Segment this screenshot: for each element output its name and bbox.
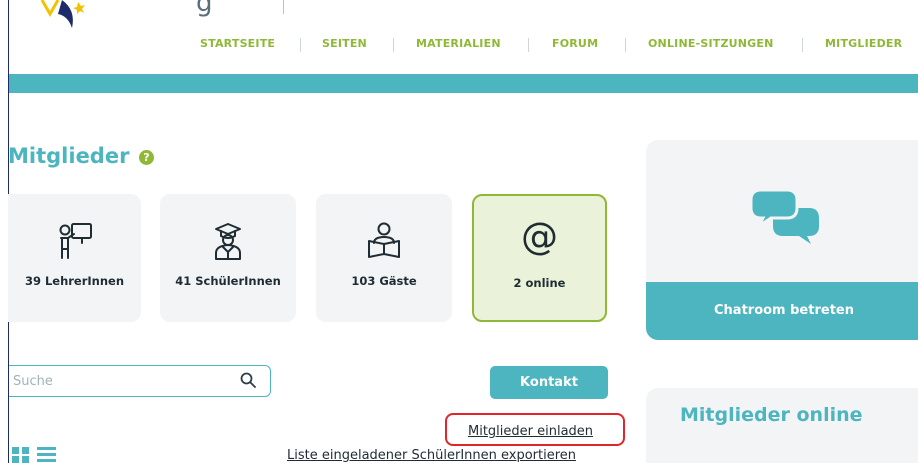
nav-item-online-sitzungen[interactable]: ONLINE-SITZUNGEN xyxy=(648,37,774,50)
grid-view-icon[interactable] xyxy=(12,447,29,463)
nav-separator xyxy=(393,38,394,52)
nav-item-forum[interactable]: FORUM xyxy=(552,37,598,50)
stat-card-online[interactable]: @ 2 online xyxy=(472,194,607,322)
stat-label-online: 2 online xyxy=(513,276,566,290)
logo-icon xyxy=(40,0,85,28)
members-online-panel: Mitglieder online xyxy=(646,388,918,463)
stat-label-guests: 103 Gäste xyxy=(351,274,417,288)
nav-item-seiten[interactable]: SEITEN xyxy=(322,37,367,50)
teacher-icon xyxy=(59,223,92,259)
list-view-icon[interactable] xyxy=(37,447,56,463)
contact-button[interactable]: Kontakt xyxy=(490,366,608,399)
stat-card-guests[interactable]: 103 Gäste xyxy=(316,194,452,322)
guest-icon xyxy=(368,222,400,258)
nav-separator xyxy=(802,38,803,52)
search-box xyxy=(9,365,271,397)
header-divider xyxy=(283,0,284,14)
chat-bubbles-icon xyxy=(749,188,819,244)
nav-item-startseite[interactable]: STARTSEITE xyxy=(200,37,275,50)
stat-card-students[interactable]: 41 SchülerInnen xyxy=(160,194,296,322)
page-title: Mitglieder xyxy=(8,144,130,168)
chatroom-card: Chatroom betreten xyxy=(646,140,918,340)
header-band xyxy=(9,74,918,93)
stat-label-students: 41 SchülerInnen xyxy=(175,274,281,288)
nav-separator xyxy=(300,38,301,52)
nav-item-mitglieder[interactable]: MITGLIEDER xyxy=(825,37,902,50)
nav-separator xyxy=(528,38,529,52)
help-icon[interactable]: ? xyxy=(139,150,154,165)
export-invited-students-link[interactable]: Liste eingeladener SchülerInnen exportie… xyxy=(287,448,576,463)
search-input[interactable] xyxy=(13,370,233,392)
student-icon xyxy=(215,223,241,260)
logo-text-fragment: g xyxy=(196,0,213,18)
stat-card-teachers[interactable]: 39 LehrerInnen xyxy=(8,194,141,322)
search-icon[interactable] xyxy=(240,372,256,388)
enter-chatroom-button[interactable]: Chatroom betreten xyxy=(646,282,918,340)
at-sign-icon: @ xyxy=(521,215,558,258)
nav-item-materialien[interactable]: MATERIALIEN xyxy=(416,37,501,50)
invite-members-link[interactable]: Mitglieder einladen xyxy=(468,424,593,439)
nav-separator xyxy=(625,38,626,52)
main-navigation: STARTSEITE SEITEN MATERIALIEN FORUM ONLI… xyxy=(0,37,918,53)
stat-label-teachers: 39 LehrerInnen xyxy=(24,274,125,288)
members-online-title: Mitglieder online xyxy=(680,404,863,426)
